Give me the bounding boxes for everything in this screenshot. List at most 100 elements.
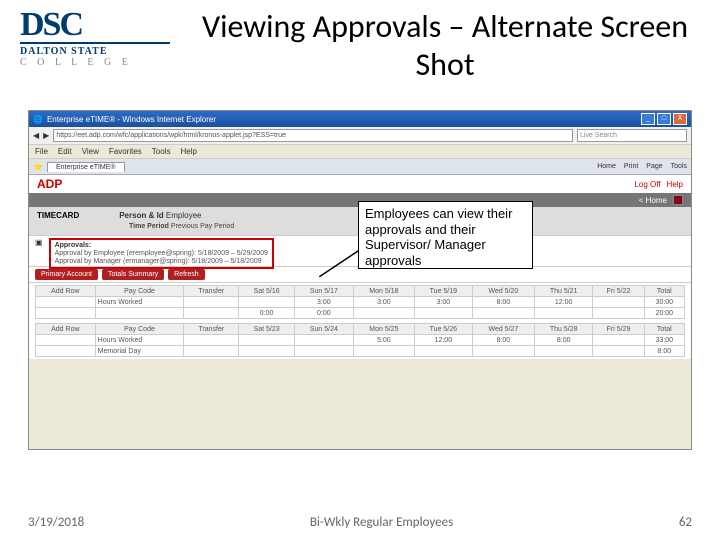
cell[interactable] bbox=[36, 297, 96, 308]
maximize-button[interactable]: □ bbox=[657, 113, 671, 125]
cell-paycode[interactable]: Hours Worked bbox=[95, 335, 184, 346]
cell[interactable]: 8:00 bbox=[535, 335, 593, 346]
period-value: Previous Pay Period bbox=[171, 223, 234, 230]
cell[interactable]: 3:00 bbox=[294, 297, 353, 308]
browser-tab[interactable]: Enterprise eTIME® bbox=[47, 162, 125, 172]
cell[interactable] bbox=[472, 346, 534, 357]
cell[interactable]: 8:00 bbox=[472, 335, 534, 346]
col-day: Tue 5/26 bbox=[414, 324, 472, 335]
cell-total: 20:00 bbox=[644, 308, 684, 319]
footer-page: 62 bbox=[679, 515, 692, 530]
address-bar-row: ◀ ▶ https://eet.adp.com/wfc/applications… bbox=[29, 127, 691, 145]
cell-paycode[interactable]: Hours Worked bbox=[95, 297, 184, 308]
cell[interactable] bbox=[353, 308, 414, 319]
col-total: Total bbox=[644, 286, 684, 297]
cell[interactable] bbox=[36, 308, 96, 319]
menu-favorites[interactable]: Favorites bbox=[109, 147, 142, 156]
slide-title: Viewing Approvals – Alternate Screen Sho… bbox=[190, 8, 700, 85]
cell[interactable] bbox=[472, 308, 534, 319]
col-day: Sun 5/17 bbox=[294, 286, 353, 297]
cell[interactable]: 12:00 bbox=[414, 335, 472, 346]
cell[interactable] bbox=[593, 308, 644, 319]
cell[interactable] bbox=[36, 335, 96, 346]
forward-icon[interactable]: ▶ bbox=[43, 131, 49, 140]
col-day: Sun 5/24 bbox=[294, 324, 353, 335]
cell-total: 8:00 bbox=[644, 346, 684, 357]
menu-tools[interactable]: Tools bbox=[152, 147, 171, 156]
totals-summary-button[interactable]: Totals Summary bbox=[102, 269, 164, 280]
cell[interactable] bbox=[294, 335, 353, 346]
col-day: Mon 5/18 bbox=[353, 286, 414, 297]
expand-icon[interactable]: ▣ bbox=[35, 238, 43, 247]
close-button[interactable]: X bbox=[673, 113, 687, 125]
window-title: Enterprise eTIME® - Windows Internet Exp… bbox=[47, 115, 216, 124]
cell[interactable] bbox=[593, 346, 644, 357]
back-icon[interactable]: ◀ bbox=[33, 131, 39, 140]
home-link[interactable]: < Home bbox=[639, 196, 667, 205]
cell[interactable]: 8:00 bbox=[472, 297, 534, 308]
cell-paycode[interactable]: Memorial Day bbox=[95, 346, 184, 357]
cell[interactable] bbox=[535, 346, 593, 357]
approval-line-1: Approval by Employee (eremployee@spring)… bbox=[55, 250, 268, 257]
cell[interactable] bbox=[184, 308, 239, 319]
col-paycode: Pay Code bbox=[95, 286, 184, 297]
tool-print[interactable]: Print bbox=[624, 163, 638, 170]
ie-icon: 🌐 bbox=[33, 115, 43, 124]
col-day: Thu 5/28 bbox=[535, 324, 593, 335]
period-label: Time Period bbox=[129, 223, 169, 230]
approval-line-2: Approval by Manager (ermanager@spring): … bbox=[55, 258, 268, 265]
cell[interactable] bbox=[95, 308, 184, 319]
col-day: Fri 5/22 bbox=[593, 286, 644, 297]
cell[interactable]: 0:00 bbox=[294, 308, 353, 319]
minimize-button[interactable]: _ bbox=[641, 113, 655, 125]
menu-edit[interactable]: Edit bbox=[58, 147, 72, 156]
cell[interactable]: 5:00 bbox=[353, 335, 414, 346]
cell-total: 30:00 bbox=[644, 297, 684, 308]
cell[interactable] bbox=[414, 346, 472, 357]
cell[interactable]: 12:00 bbox=[535, 297, 593, 308]
cell[interactable]: 0:00 bbox=[239, 308, 295, 319]
col-day: Fri 5/29 bbox=[593, 324, 644, 335]
cell[interactable] bbox=[36, 346, 96, 357]
approvals-highlight: Approvals: Approval by Employee (eremplo… bbox=[49, 238, 274, 269]
table-row: Memorial Day 8:00 bbox=[36, 346, 685, 357]
menu-view[interactable]: View bbox=[82, 147, 99, 156]
help-link[interactable]: Help bbox=[667, 180, 683, 189]
col-day: Wed 5/27 bbox=[472, 324, 534, 335]
cell[interactable] bbox=[184, 335, 239, 346]
cell[interactable] bbox=[353, 346, 414, 357]
col-day: Sat 5/23 bbox=[239, 324, 295, 335]
col-day: Sat 5/16 bbox=[239, 286, 295, 297]
logoff-link[interactable]: Log Off bbox=[634, 180, 660, 189]
menu-file[interactable]: File bbox=[35, 147, 48, 156]
cell[interactable] bbox=[239, 297, 295, 308]
col-addrow: Add Row bbox=[36, 324, 96, 335]
search-box[interactable]: Live Search bbox=[577, 129, 687, 142]
cell[interactable] bbox=[593, 335, 644, 346]
cell[interactable] bbox=[294, 346, 353, 357]
cell[interactable] bbox=[184, 297, 239, 308]
cell[interactable] bbox=[239, 346, 295, 357]
tool-home[interactable]: Home bbox=[597, 163, 616, 170]
cell[interactable] bbox=[239, 335, 295, 346]
col-day: Wed 5/20 bbox=[472, 286, 534, 297]
cell[interactable] bbox=[535, 308, 593, 319]
cell[interactable] bbox=[184, 346, 239, 357]
approvals-title: Approvals: bbox=[55, 242, 268, 249]
address-bar[interactable]: https://eet.adp.com/wfc/applications/wpk… bbox=[53, 129, 573, 142]
cell[interactable]: 3:00 bbox=[414, 297, 472, 308]
favorites-icon[interactable]: ⭐ bbox=[33, 162, 43, 171]
col-day: Tue 5/19 bbox=[414, 286, 472, 297]
cell[interactable]: 3:00 bbox=[353, 297, 414, 308]
menu-help[interactable]: Help bbox=[180, 147, 196, 156]
primary-account-button[interactable]: Primary Account bbox=[35, 269, 98, 280]
tool-page[interactable]: Page bbox=[646, 163, 662, 170]
col-transfer: Transfer bbox=[184, 324, 239, 335]
refresh-button[interactable]: Refresh bbox=[168, 269, 205, 280]
tool-tools[interactable]: Tools bbox=[671, 163, 687, 170]
cell[interactable] bbox=[593, 297, 644, 308]
nav-icon[interactable] bbox=[673, 195, 683, 205]
logo-abbr: DSC bbox=[20, 10, 170, 40]
table-header-row: Add Row Pay Code Transfer Sat 5/16 Sun 5… bbox=[36, 286, 685, 297]
cell[interactable] bbox=[414, 308, 472, 319]
